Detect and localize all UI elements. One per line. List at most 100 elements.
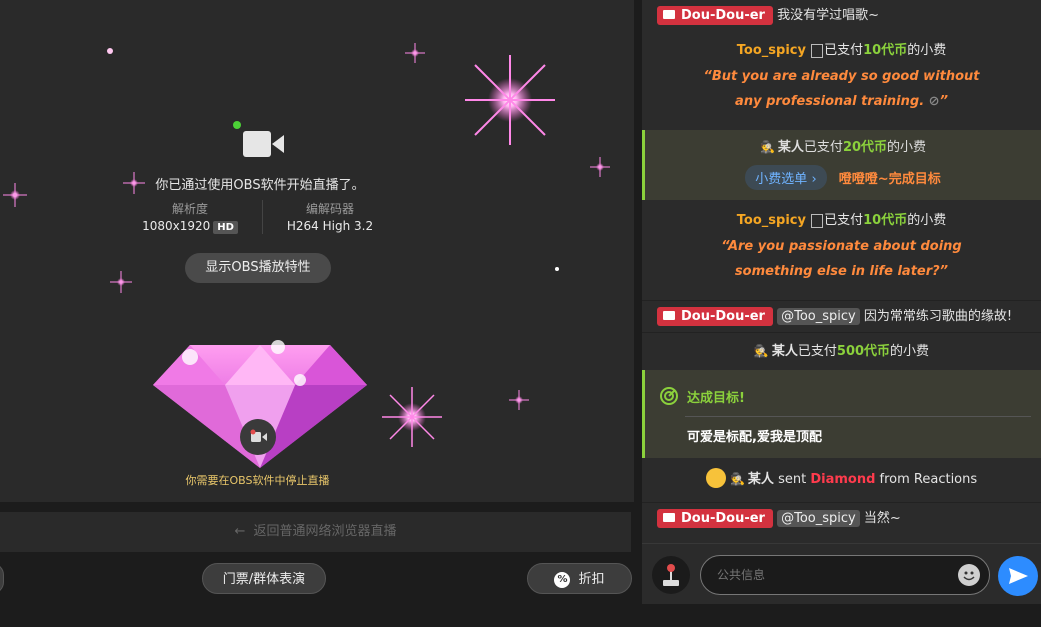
stop-broadcast-note: 你需要在OBS软件中停止直播 bbox=[185, 474, 330, 487]
discount-label: 折扣 bbox=[578, 572, 605, 587]
spy-icon: 🕵 bbox=[759, 140, 775, 154]
tipper-username[interactable]: Too_spicy bbox=[737, 213, 806, 228]
tip-menu-pill[interactable]: 小费选单 › bbox=[745, 165, 827, 190]
tip-note-text: any professional training. bbox=[735, 94, 929, 109]
tip-amount: 20代币 bbox=[842, 140, 888, 155]
message-text: 因为常常练习歌曲的缘故! bbox=[863, 309, 1013, 324]
username: Dou-Dou-er bbox=[681, 8, 765, 23]
tip-note-line: something else in life later?” bbox=[734, 264, 949, 279]
tip-amount: 10代币 bbox=[863, 213, 908, 228]
show-obs-features-button[interactable]: 显示OBS播放特性 bbox=[185, 253, 331, 283]
anonymous-username: 某人 bbox=[777, 140, 804, 155]
tip-suffix: 的小费 bbox=[907, 213, 947, 228]
goal-body: 可爱是标配,爱我是顶配 bbox=[687, 430, 822, 445]
video-camera-icon bbox=[663, 10, 675, 19]
broadcast-panel: 你已通过使用OBS软件开始直播了。 解析度 1080x1920 HD 编解码器 H… bbox=[0, 0, 634, 627]
goal-title: 达成目标! bbox=[687, 391, 745, 406]
chat-message: Dou-Dou-er 我没有学过唱歌~ bbox=[642, 0, 1041, 30]
tip-menu-label: 小费选单 bbox=[755, 172, 808, 187]
codec-label: 编解码器 bbox=[305, 202, 354, 216]
public-message-input[interactable] bbox=[700, 555, 990, 595]
sparkle-effect bbox=[405, 43, 425, 63]
joystick-button[interactable] bbox=[652, 556, 690, 594]
sparkle-effect bbox=[382, 387, 442, 447]
tip-suffix: 的小费 bbox=[907, 43, 947, 58]
anonymous-username: 某人 bbox=[771, 344, 798, 359]
video-stage: 你已通过使用OBS软件开始直播了。 解析度 1080x1920 HD 编解码器 H… bbox=[0, 0, 634, 502]
spec-divider bbox=[262, 200, 263, 234]
note-icon bbox=[811, 43, 824, 58]
username: Dou-Dou-er bbox=[681, 511, 765, 526]
message-text: 当然~ bbox=[863, 511, 901, 526]
ticket-show-button[interactable]: 门票/群体表演 bbox=[202, 563, 326, 594]
tip-prefix: 已支付 bbox=[797, 344, 837, 359]
arrow-left-icon: ← bbox=[234, 524, 246, 539]
tip-message: Too_spicy 已支付10代币的小费 “Are you passionate… bbox=[642, 208, 1041, 300]
sparkle-effect bbox=[107, 48, 113, 54]
sparkle-effect bbox=[590, 157, 610, 177]
tip-note-line: any professional training. ⊘” bbox=[642, 89, 1041, 114]
tip-amount: 500代币 bbox=[836, 344, 891, 359]
send-button[interactable] bbox=[998, 556, 1038, 596]
model-name-badge[interactable]: Dou-Dou-er bbox=[657, 509, 773, 528]
back-to-browser-broadcast-link[interactable]: ← 返回普通网络浏览器直播 bbox=[0, 512, 631, 552]
goal-icon bbox=[660, 387, 678, 405]
left-cut-button[interactable] bbox=[0, 563, 4, 594]
username: Dou-Dou-er bbox=[681, 309, 765, 324]
obs-status-message: 你已通过使用OBS软件开始直播了。 bbox=[155, 178, 365, 193]
percent-icon: % bbox=[554, 571, 571, 588]
tip-prefix: 已支付 bbox=[803, 140, 843, 155]
gift-source: from Reactions bbox=[879, 472, 978, 487]
chevron-right-icon: › bbox=[811, 172, 817, 187]
message-text: 我没有学过唱歌~ bbox=[777, 8, 880, 23]
sparkle-effect bbox=[465, 55, 555, 145]
gift-name: Diamond bbox=[810, 472, 876, 487]
tip-message: 🕵 某人已支付500代币的小费 bbox=[642, 332, 1041, 370]
chat-input-row bbox=[642, 543, 1041, 604]
tip-menu-message: 🕵 某人已支付20代币的小费 小费选单 › 噔噔噔~完成目标 bbox=[642, 130, 1041, 200]
back-label: 返回普通网络浏览器直播 bbox=[253, 524, 397, 539]
mention-tag[interactable]: @Too_spicy bbox=[777, 308, 860, 325]
tip-menu-action: 噔噔噔~完成目标 bbox=[838, 172, 941, 187]
sent-word: sent bbox=[778, 472, 807, 487]
note-icon bbox=[811, 213, 824, 228]
live-indicator-dot bbox=[233, 121, 241, 129]
tip-note-line: “Are you passionate about doing bbox=[721, 239, 962, 254]
resolution-label: 解析度 bbox=[171, 202, 208, 216]
resolution-value: 1080x1920 bbox=[142, 219, 211, 233]
sparkle-effect bbox=[110, 271, 132, 293]
video-camera-icon bbox=[243, 131, 284, 157]
joystick-icon bbox=[663, 564, 679, 586]
tipper-username[interactable]: Too_spicy bbox=[737, 43, 806, 58]
tip-note-line: “But you are already so good without bbox=[703, 69, 980, 84]
tip-note-end: ” bbox=[939, 94, 948, 109]
codec-value: H264 High 3.2 bbox=[286, 219, 374, 233]
model-name-badge[interactable]: Dou-Dou-er bbox=[657, 307, 773, 326]
tip-suffix: 的小费 bbox=[890, 344, 930, 359]
app-root: 你已通过使用OBS软件开始直播了。 解析度 1080x1920 HD 编解码器 H… bbox=[0, 0, 1041, 627]
anonymous-username: 某人 bbox=[747, 472, 774, 487]
video-camera-icon bbox=[663, 513, 675, 522]
heart-eyes-emoji-icon bbox=[705, 467, 726, 488]
mention-tag[interactable]: @Too_spicy bbox=[777, 510, 860, 527]
tip-prefix: 已支付 bbox=[824, 43, 864, 58]
emoji-icon[interactable] bbox=[958, 564, 980, 586]
sparkle-effect bbox=[509, 390, 529, 410]
chat-bottom-strip bbox=[642, 604, 1041, 627]
chat-message: Dou-Dou-er @Too_spicy 当然~ bbox=[642, 502, 1041, 534]
discount-button[interactable]: % 折扣 bbox=[527, 563, 632, 594]
spy-icon: 🕵 bbox=[729, 472, 745, 486]
codec-info: 编解码器 H264 High 3.2 bbox=[280, 200, 380, 233]
tip-prefix: 已支付 bbox=[824, 213, 864, 228]
resolution-info: 解析度 1080x1920 HD bbox=[140, 200, 240, 234]
chat-panel: Dou-Dou-er 我没有学过唱歌~ Too_spicy 已支付10代币的小费… bbox=[642, 0, 1041, 604]
send-icon bbox=[1009, 568, 1028, 584]
reaction-gift-message: 🕵 某人 sent Diamond from Reactions bbox=[642, 458, 1041, 502]
video-camera-icon bbox=[663, 311, 675, 320]
sparkle-effect bbox=[555, 267, 559, 271]
camera-button[interactable] bbox=[240, 419, 276, 455]
spy-icon: 🕵 bbox=[753, 344, 769, 358]
model-name-badge[interactable]: Dou-Dou-er bbox=[657, 6, 773, 25]
tip-message: Too_spicy 已支付10代币的小费 “But you are alread… bbox=[642, 38, 1041, 130]
goal-reached-message: 达成目标! 可爱是标配,爱我是顶配 bbox=[642, 370, 1041, 458]
